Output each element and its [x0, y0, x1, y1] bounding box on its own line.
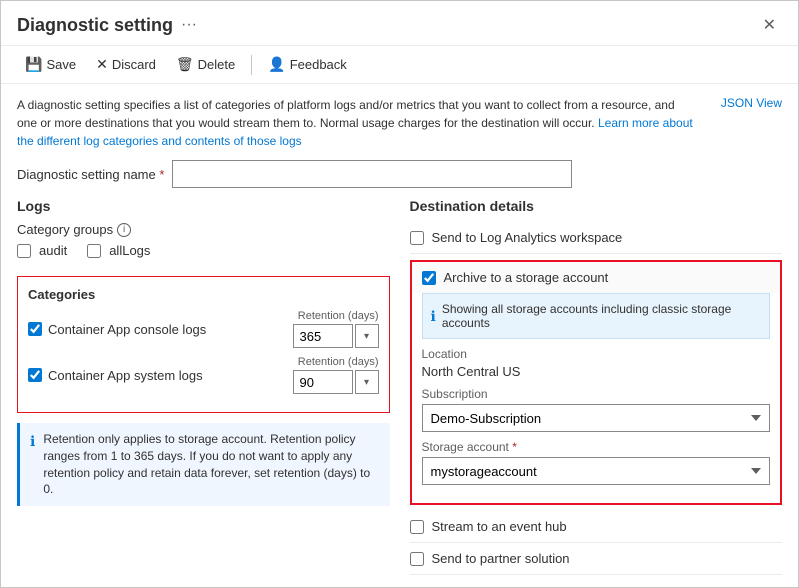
retention-dropdown-1[interactable]: ▾ [355, 324, 379, 348]
diagnostic-setting-name-input[interactable] [172, 160, 572, 188]
archive-header: Archive to a storage account [412, 262, 781, 293]
discard-button[interactable]: ✕ Discard [88, 52, 164, 77]
delete-label: Delete [198, 57, 236, 72]
category-item-2: Container App system logs Retention (day… [28, 356, 379, 394]
subscription-select[interactable]: Demo-Subscription [422, 404, 771, 432]
toolbar: 💾 Save ✕ Discard 🗑 Delete 👤 Feedback [1, 46, 798, 84]
storage-account-required-star: * [512, 440, 517, 454]
audit-label: audit [39, 243, 67, 258]
archive-checkbox[interactable] [422, 271, 436, 285]
close-button[interactable]: ✕ [757, 13, 782, 37]
storage-account-group: Storage account * mystorageaccount [422, 440, 771, 485]
archive-content: ℹ Showing all storage accounts including… [412, 293, 781, 503]
location-value: North Central US [422, 364, 771, 379]
partner-checkbox[interactable] [410, 552, 424, 566]
category-item-2-left: Container App system logs [28, 368, 203, 383]
description-text: A diagnostic setting specifies a list of… [17, 96, 697, 150]
feedback-button[interactable]: 👤 Feedback [260, 52, 355, 77]
location-group: Location North Central US [422, 347, 771, 379]
save-button[interactable]: 💾 Save [17, 52, 84, 77]
audit-checkbox[interactable] [17, 244, 31, 258]
retention-info-text: Retention only applies to storage accoun… [43, 431, 379, 498]
main-columns: Logs Category groups i audit allLogs [17, 198, 782, 575]
retention-group-1: Retention (days) ▾ [293, 310, 379, 348]
subscription-label: Subscription [422, 387, 771, 401]
storage-info-text: Showing all storage accounts including c… [442, 302, 761, 330]
category-groups-title: Category groups i [17, 222, 390, 237]
subscription-select-wrapper: Demo-Subscription [422, 404, 771, 432]
partner-label: Send to partner solution [432, 551, 570, 566]
logs-section: Logs Category groups i audit allLogs [17, 198, 390, 575]
storage-info-box: ℹ Showing all storage accounts including… [422, 293, 771, 339]
retention-input-row-1: ▾ [293, 324, 379, 348]
category-groups-info-icon[interactable]: i [117, 223, 131, 237]
category-item-1-left: Container App console logs [28, 322, 206, 337]
log-analytics-label: Send to Log Analytics workspace [432, 230, 623, 245]
audit-checkbox-row: audit [17, 243, 67, 258]
categories-title: Categories [28, 287, 379, 302]
feedback-label: Feedback [290, 57, 347, 72]
description-main: A diagnostic setting specifies a list of… [17, 98, 675, 130]
category-item-1: Container App console logs Retention (da… [28, 310, 379, 348]
location-label: Location [422, 347, 771, 361]
diagnostic-setting-dialog: Diagnostic setting ··· ✕ 💾 Save ✕ Discar… [0, 0, 799, 588]
alllogs-checkbox-row: allLogs [87, 243, 150, 258]
partner-row: Send to partner solution [410, 543, 783, 575]
diagnostic-setting-name-label: Diagnostic setting name [17, 167, 164, 182]
destination-title: Destination details [410, 198, 783, 214]
info-box-icon: ℹ [30, 432, 35, 452]
toolbar-divider [251, 55, 252, 75]
title-row: Diagnostic setting ··· [17, 15, 197, 36]
archive-label: Archive to a storage account [444, 270, 609, 285]
category-item-1-checkbox[interactable] [28, 322, 42, 336]
destination-section: Destination details Send to Log Analytic… [410, 198, 783, 575]
retention-dropdown-2[interactable]: ▾ [355, 370, 379, 394]
retention-info-box: ℹ Retention only applies to storage acco… [17, 423, 390, 506]
content-area: A diagnostic setting specifies a list of… [1, 84, 798, 587]
logs-title: Logs [17, 198, 390, 214]
dialog-header: Diagnostic setting ··· ✕ [1, 1, 798, 46]
storage-account-select-wrapper: mystorageaccount [422, 457, 771, 485]
categories-box: Categories Container App console logs Re… [17, 276, 390, 413]
storage-account-select[interactable]: mystorageaccount [422, 457, 771, 485]
retention-label-2: Retention (days) [298, 356, 379, 368]
category-item-2-checkbox[interactable] [28, 368, 42, 382]
event-hub-row: Stream to an event hub [410, 511, 783, 543]
alllogs-label: allLogs [109, 243, 150, 258]
delete-button[interactable]: 🗑 Delete [168, 52, 243, 77]
event-hub-checkbox[interactable] [410, 520, 424, 534]
category-item-2-label: Container App system logs [48, 368, 203, 383]
more-options-icon[interactable]: ··· [181, 16, 197, 34]
description-row: A diagnostic setting specifies a list of… [17, 96, 782, 150]
alllogs-checkbox[interactable] [87, 244, 101, 258]
retention-input-1[interactable] [293, 324, 353, 348]
delete-icon: 🗑 [176, 56, 194, 73]
dialog-title: Diagnostic setting [17, 15, 173, 36]
retention-input-row-2: ▾ [293, 370, 379, 394]
retention-label-1: Retention (days) [298, 310, 379, 322]
storage-account-label: Storage account * [422, 440, 771, 454]
discard-icon: ✕ [96, 56, 108, 73]
log-analytics-row: Send to Log Analytics workspace [410, 222, 783, 254]
archive-storage-box: Archive to a storage account ℹ Showing a… [410, 260, 783, 505]
feedback-icon: 👤 [268, 56, 285, 73]
save-icon: 💾 [25, 56, 42, 73]
json-view-link[interactable]: JSON View [721, 96, 782, 110]
subscription-group: Subscription Demo-Subscription [422, 387, 771, 432]
save-label: Save [46, 57, 76, 72]
retention-group-2: Retention (days) ▾ [293, 356, 379, 394]
category-item-1-label: Container App console logs [48, 322, 206, 337]
log-analytics-checkbox[interactable] [410, 231, 424, 245]
storage-info-icon: ℹ [431, 308, 436, 325]
diagnostic-setting-name-row: Diagnostic setting name [17, 160, 782, 188]
discard-label: Discard [112, 57, 156, 72]
retention-input-2[interactable] [293, 370, 353, 394]
event-hub-label: Stream to an event hub [432, 519, 567, 534]
